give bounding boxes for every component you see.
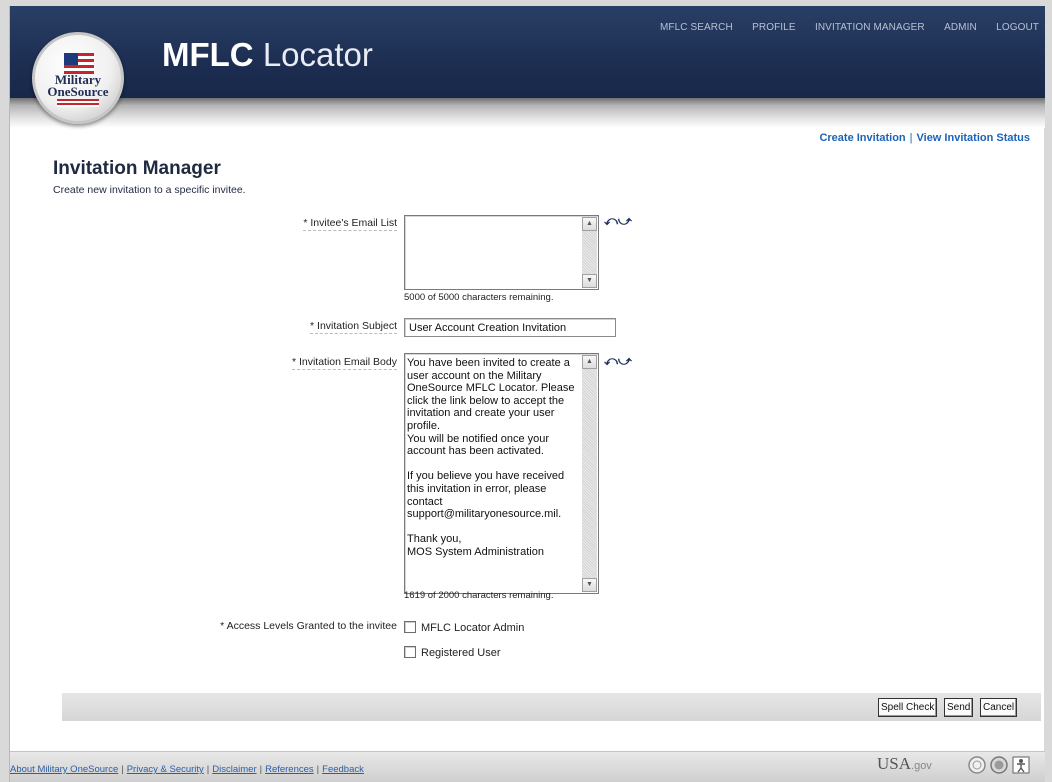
body-label: * Invitation Email Body [291, 356, 397, 370]
email-list-counter: 5000 of 5000 characters remaining. [404, 292, 554, 303]
app-title-light: Locator [262, 36, 373, 73]
mflc-locator-admin-checkbox[interactable] [404, 621, 416, 633]
sub-navigation: Create Invitation | View Invitation Status [819, 132, 1030, 144]
email-list-resize-icon[interactable]: ⤺⤻ [604, 213, 632, 229]
footer-link-references[interactable]: References [265, 764, 314, 775]
sublink-separator: | [909, 132, 913, 144]
footer: About Military OneSource | Privacy & Secur… [10, 751, 1045, 782]
footer-link-feedback[interactable]: Feedback [322, 764, 364, 775]
registered-user-checkbox[interactable] [404, 646, 416, 658]
email-list-textarea[interactable]: ▲ ▼ [404, 215, 599, 290]
spell-check-button[interactable]: Spell Check [878, 698, 938, 717]
email-list-scrollbar[interactable]: ▲ ▼ [582, 217, 597, 288]
scroll-down-icon[interactable]: ▼ [582, 274, 597, 288]
emblem-icon[interactable] [990, 756, 1008, 774]
cancel-button[interactable]: Cancel [980, 698, 1018, 717]
access-levels-label: * Access Levels Granted to the invitee [220, 620, 397, 632]
usagov-suffix: .gov [911, 760, 932, 772]
nav-mflc-search[interactable]: MFLC SEARCH [660, 22, 733, 33]
subject-input[interactable] [404, 318, 616, 337]
send-button[interactable]: Send [944, 698, 974, 717]
footer-link-privacy[interactable]: Privacy & Security [127, 764, 204, 775]
footer-links: About Military OneSource | Privacy & Secur… [10, 764, 364, 775]
email-body-textarea[interactable]: You have been invited to create a user a… [404, 353, 599, 594]
footer-separator: | [121, 764, 124, 775]
logo-text: Military OneSource [35, 73, 121, 99]
logo-text-line2: OneSource [47, 84, 109, 99]
email-body-scrollbar[interactable]: ▲ ▼ [582, 355, 597, 592]
header-shadow [10, 98, 1045, 128]
top-nav: MFLC SEARCH PROFILE INVITATION MANAGER A… [644, 19, 1039, 33]
page-description: Create new invitation to a specific invi… [53, 184, 246, 196]
logo-stripes [57, 99, 99, 107]
footer-separator: | [316, 764, 320, 775]
registered-user-label[interactable]: Registered User [421, 647, 500, 659]
view-invitation-status-link[interactable]: View Invitation Status [917, 132, 1031, 144]
accessibility-icon[interactable] [1012, 756, 1030, 774]
nav-logout[interactable]: LOGOUT [996, 22, 1039, 33]
email-list-label: * Invitee's Email List [303, 217, 397, 231]
email-body-resize-icon[interactable]: ⤺⤻ [604, 353, 632, 369]
app-title: MFLC Locator [162, 36, 373, 74]
scroll-down-icon[interactable]: ▼ [582, 578, 597, 592]
military-onesource-logo[interactable]: Military OneSource [32, 32, 124, 124]
footer-separator: | [206, 764, 210, 775]
email-body-value: You have been invited to create a user a… [407, 357, 575, 558]
email-list-value [407, 219, 579, 287]
page-frame: MFLC Locator MFLC SEARCH PROFILE INVITAT… [9, 6, 1045, 782]
mflc-locator-admin-label[interactable]: MFLC Locator Admin [421, 622, 524, 634]
page-title: Invitation Manager [53, 158, 221, 179]
nav-invitation-manager[interactable]: INVITATION MANAGER [815, 22, 925, 33]
usagov-text: USA [877, 754, 912, 773]
scroll-up-icon[interactable]: ▲ [582, 355, 597, 369]
create-invitation-link[interactable]: Create Invitation [819, 132, 905, 144]
nav-admin[interactable]: ADMIN [944, 22, 977, 33]
app-title-bold: MFLC [162, 36, 254, 73]
email-body-counter: 1619 of 2000 characters remaining. [404, 590, 554, 601]
footer-link-disclaimer[interactable]: Disclaimer [212, 764, 256, 775]
header: MFLC Locator MFLC SEARCH PROFILE INVITAT… [10, 6, 1045, 98]
usagov-logo[interactable]: USA.gov [877, 754, 932, 774]
subject-label: * Invitation Subject [310, 320, 397, 334]
footer-separator: | [259, 764, 263, 775]
footer-link-about[interactable]: About Military OneSource [10, 764, 118, 775]
nav-profile[interactable]: PROFILE [752, 22, 796, 33]
scroll-up-icon[interactable]: ▲ [582, 217, 597, 231]
action-bar: Spell Check Send Cancel [62, 693, 1041, 721]
seal-icon[interactable] [968, 756, 986, 774]
